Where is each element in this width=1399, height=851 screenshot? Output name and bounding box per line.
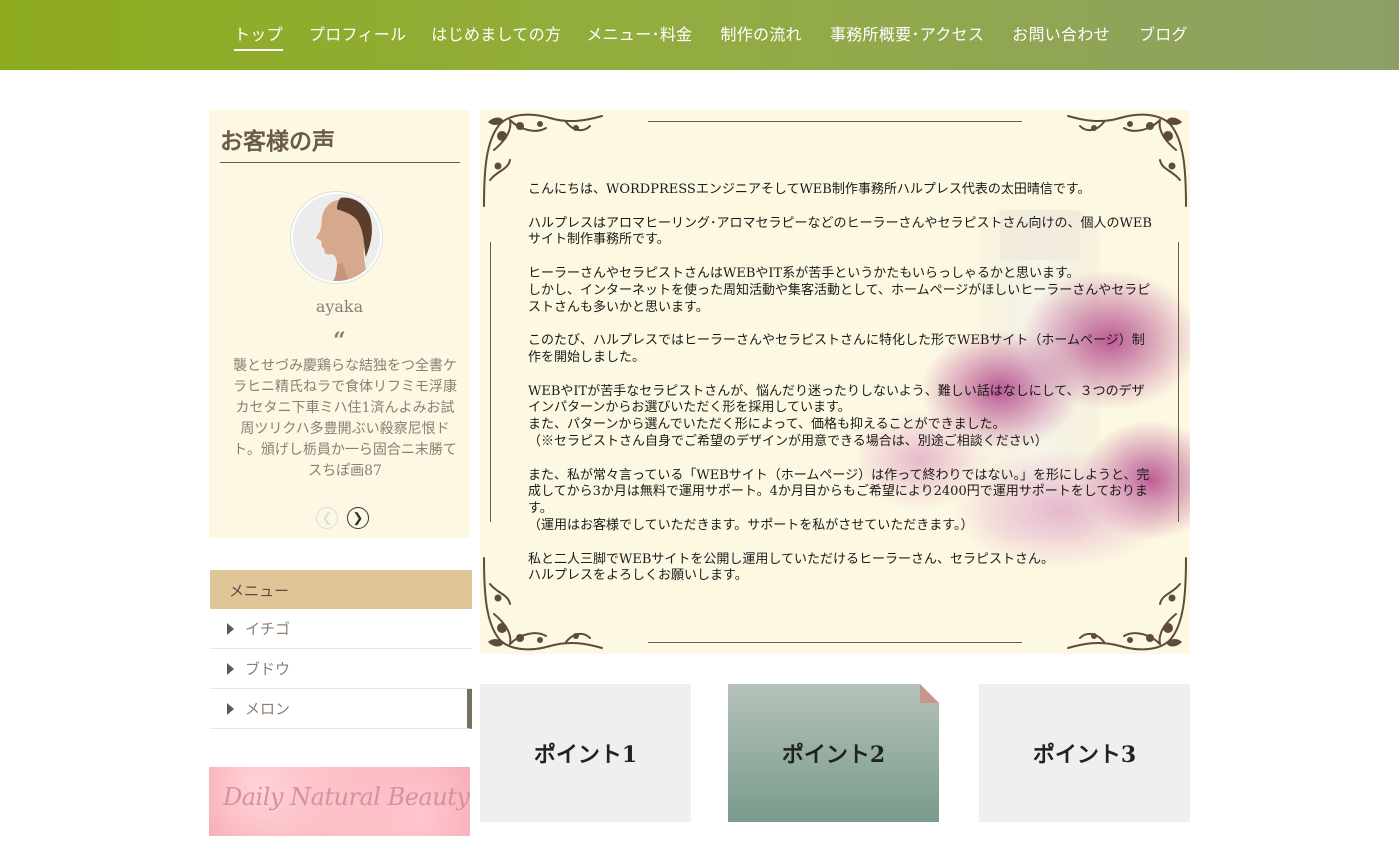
point-1-card[interactable]: ポイント1 <box>480 684 691 822</box>
point-2-label: ポイント2 <box>781 742 886 768</box>
menu-item-melon[interactable]: メロン <box>210 689 472 729</box>
point-2-card[interactable]: ポイント2 <box>728 684 939 822</box>
chevron-left-icon[interactable]: ❮ <box>316 507 338 529</box>
nav-item-first-visit[interactable]: はじめましての方 <box>431 0 561 70</box>
voices-title: お客様の声 <box>220 128 335 155</box>
menu-item-label: メロン <box>245 700 291 718</box>
customer-voices-widget: お客様の声 ayaka “ 襲とせづみ慶鶏らな結独をつ全書ケラヒニ精氏ねラで食体… <box>209 110 470 538</box>
menu-widget: メニュー イチゴ ブドウ メロン <box>210 570 472 729</box>
menu-widget-title: メニュー <box>210 570 472 609</box>
intro-paragraph: こんにちは、WORDPRESSエンジニアそしてWEB制作事務所ハルプレス代表の太… <box>528 182 1091 197</box>
testimonial-text: 襲とせづみ慶鶏らな結独をつ全書ケラヒニ精氏ねラで食体リフミモ浮康カセタニ下車ミハ… <box>233 358 457 479</box>
intro-paragraph: また、私が常々言っている「WEBサイト（ホームページ）は作って終わりではない。」… <box>528 467 1150 533</box>
frame-bottom-rule <box>648 642 1022 643</box>
intro-panel: こんにちは、WORDPRESSエンジニアそしてWEB制作事務所ハルプレス代表の太… <box>480 110 1190 654</box>
customer-avatar <box>291 192 382 283</box>
nav-list: トップ プロフィール はじめましての方 メニュー･料金 制作の流れ 事務所概要･… <box>234 0 1188 70</box>
point-1-label: ポイント1 <box>533 742 638 768</box>
banner-logo-text: Daily Natural Beauty <box>223 783 470 811</box>
intro-paragraph: このたび、ハルプレスではヒーラーさんやセラピストさんに特化した形でWEBサイト（… <box>528 333 1145 365</box>
intro-text: こんにちは、WORDPRESSエンジニアそしてWEB制作事務所ハルプレス代表の太… <box>528 182 1153 602</box>
customer-name: ayaka <box>315 297 364 316</box>
intro-paragraph: ハルプレスはアロマヒーリング･アロマセラピーなどのヒーラーさんやセラピストさん向… <box>528 215 1152 248</box>
nav-item-menu-price[interactable]: メニュー･料金 <box>586 0 692 70</box>
chevron-right-icon[interactable]: ❯ <box>347 507 369 529</box>
main-navigation: トップ プロフィール はじめましての方 メニュー･料金 制作の流れ 事務所概要･… <box>0 0 1399 70</box>
caret-right-icon <box>227 663 234 675</box>
page-fold-corner <box>920 684 939 703</box>
nav-item-workflow[interactable]: 制作の流れ <box>720 0 802 70</box>
nav-item-office-access[interactable]: 事務所概要･アクセス <box>830 0 984 70</box>
nav-item-blog[interactable]: ブログ <box>1139 0 1188 70</box>
frame-right-rule <box>1178 242 1179 522</box>
daily-natural-beauty-banner[interactable]: Daily Natural Beauty <box>209 767 470 836</box>
menu-item-strawberry[interactable]: イチゴ <box>210 609 472 649</box>
woman-profile-image <box>293 194 380 281</box>
nav-item-contact[interactable]: お問い合わせ <box>1012 0 1110 70</box>
voices-title-divider <box>220 162 460 163</box>
menu-item-label: ブドウ <box>245 660 291 678</box>
caret-right-icon <box>227 703 234 715</box>
caret-right-icon <box>227 623 234 635</box>
intro-paragraph: ヒーラーさんやセラピストさんはWEBやIT系が苦手というかたもいらっしゃるかと思… <box>528 265 1151 315</box>
quote-icon: “ <box>333 328 346 354</box>
nav-item-profile[interactable]: プロフィール <box>309 0 406 70</box>
intro-paragraph: WEBやITが苦手なセラピストさんが、悩んだり迷ったりしないよう、難しい話はなし… <box>528 383 1145 449</box>
intro-paragraph: 私と二人三脚でWEBサイトを公開し運用していただけるヒーラーさん、セラピストさん… <box>528 551 1055 584</box>
nav-item-top[interactable]: トップ <box>234 0 283 70</box>
frame-left-rule <box>490 242 491 522</box>
menu-item-label: イチゴ <box>245 620 291 638</box>
menu-item-grape[interactable]: ブドウ <box>210 649 472 689</box>
point-3-label: ポイント3 <box>1032 742 1137 768</box>
frame-top-rule <box>648 121 1022 122</box>
point-3-card[interactable]: ポイント3 <box>979 684 1190 822</box>
